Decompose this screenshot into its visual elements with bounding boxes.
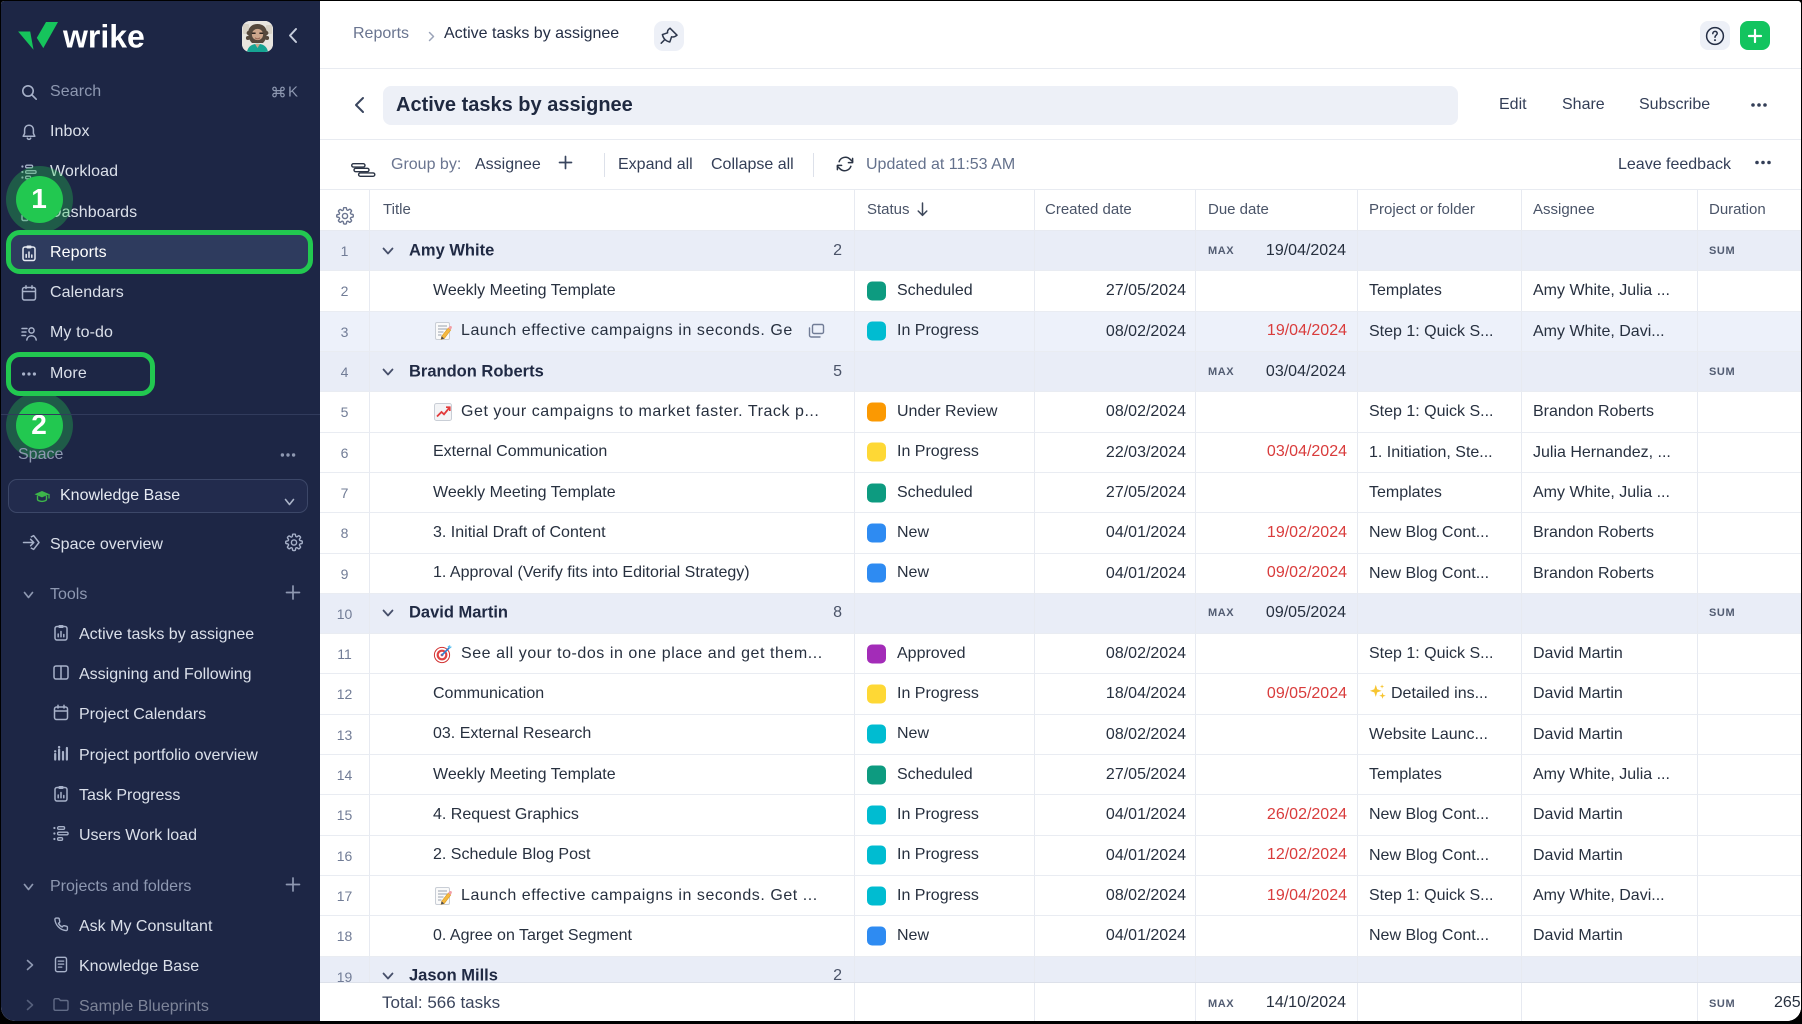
svg-text:wrike: wrike [62, 21, 145, 55]
